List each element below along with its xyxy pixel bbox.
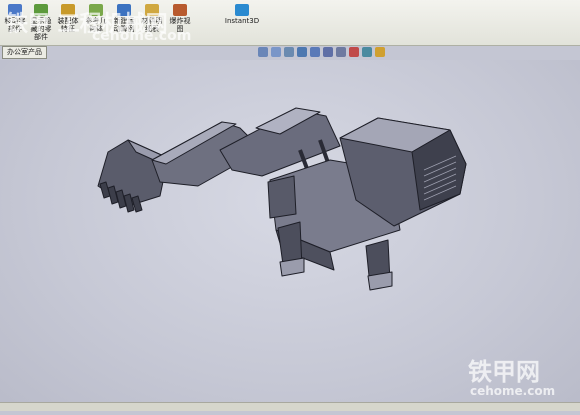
watermark-top-url: cehome.com [92,28,192,44]
view-settings-icon[interactable] [375,47,385,57]
tab-office-products[interactable]: 办公室产品 [2,46,47,59]
watermark-bottom-url: cehome.com [470,384,556,398]
zoom-to-fit-icon[interactable] [258,47,268,57]
zoom-area-icon[interactable] [271,47,281,57]
previous-view-icon[interactable] [284,47,294,57]
display-style-icon[interactable] [323,47,333,57]
hide-show-items-icon[interactable] [336,47,346,57]
instant3d-label: Instant3D [224,17,260,25]
apply-scene-icon[interactable] [362,47,372,57]
edit-appearance-icon[interactable] [349,47,359,57]
watermark-bottom: 铁甲网 [468,358,540,386]
instant3d-icon [235,4,249,16]
heads-up-view-toolbar [258,47,385,59]
status-bar [0,402,580,411]
exploded-view-icon [173,4,187,16]
rear-block [267,175,297,219]
section-view-icon[interactable] [297,47,307,57]
instant3d-button[interactable]: Instant3D [222,4,262,25]
view-orientation-icon[interactable] [310,47,320,57]
